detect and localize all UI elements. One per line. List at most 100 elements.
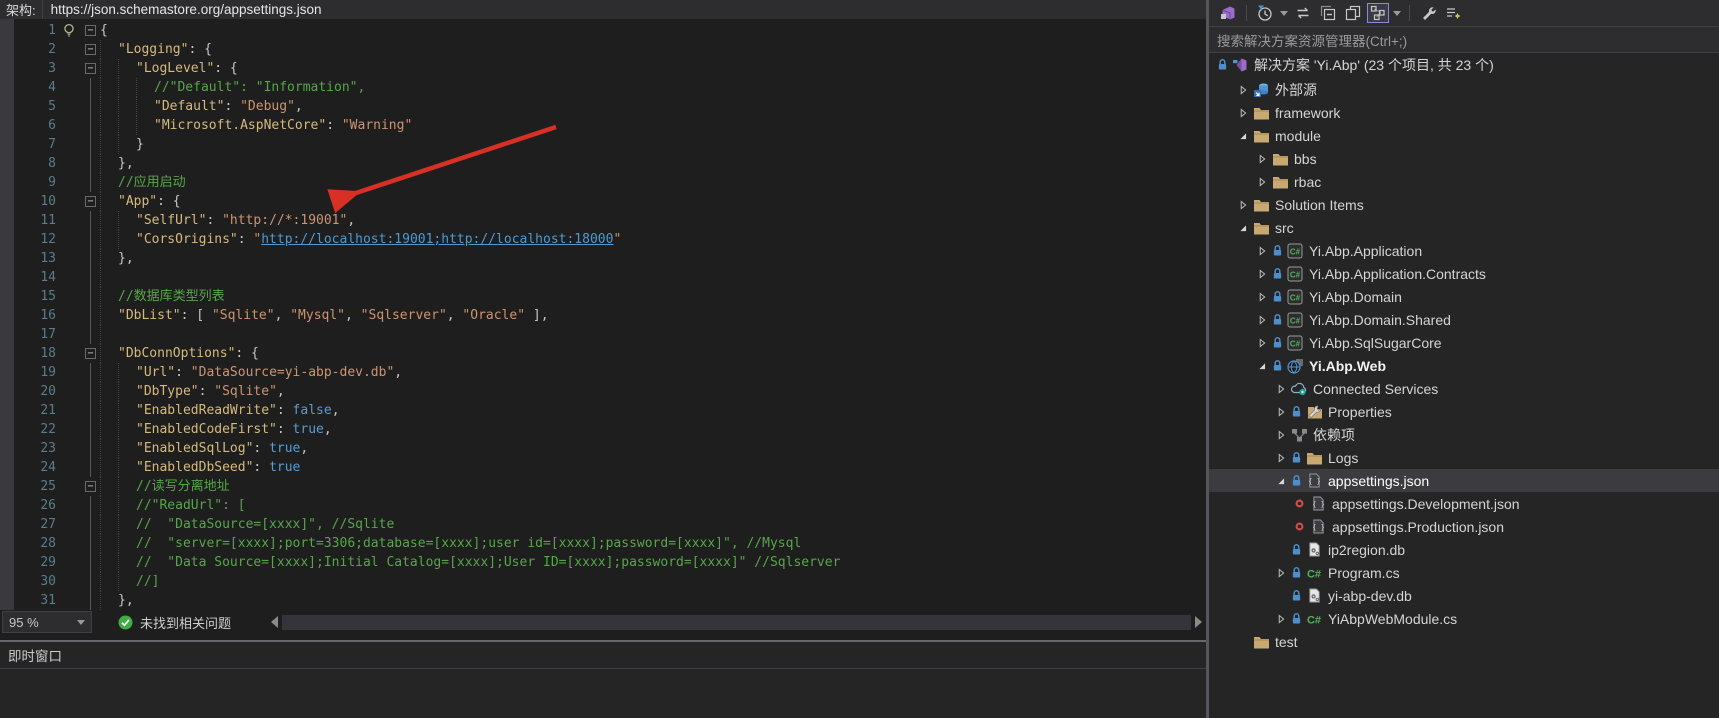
expander-expanded-icon[interactable] (1253, 358, 1270, 374)
fold-collapse-box[interactable]: − (82, 21, 100, 40)
tree-item-logs[interactable]: Logs (1209, 446, 1719, 469)
code-line-11[interactable]: 11"SelfUrl": "http://*:19001", (14, 211, 1206, 230)
expander-collapsed-icon[interactable] (1272, 450, 1289, 466)
expander-collapsed-icon[interactable] (1253, 335, 1270, 351)
code-line-14[interactable]: 14 (14, 268, 1206, 287)
solution-root-row[interactable]: 解决方案 'Yi.Abp' (23 个项目, 共 23 个) (1209, 53, 1719, 76)
minus-fold-icon[interactable]: − (85, 44, 96, 55)
tree-item-yi.abp.domain.shared[interactable]: C#Yi.Abp.Domain.Shared (1209, 308, 1719, 331)
code-line-28[interactable]: 28// "server=[xxxx];port=3306;database=[… (14, 534, 1206, 553)
fold-collapse-box[interactable]: − (82, 59, 100, 78)
minus-fold-icon[interactable]: − (85, 196, 96, 207)
minus-fold-icon[interactable]: − (85, 348, 96, 359)
tree-item-module[interactable]: module (1209, 124, 1719, 147)
tree-item--[interactable]: 外部源 (1209, 78, 1719, 101)
code-line-13[interactable]: 13}, (14, 249, 1206, 268)
tree-item-yi.abp.application.contracts[interactable]: C#Yi.Abp.Application.Contracts (1209, 262, 1719, 285)
tree-item-yiabpwebmodule.cs[interactable]: C#YiAbpWebModule.cs (1209, 607, 1719, 630)
tree-item-yi.abp.web[interactable]: Yi.Abp.Web (1209, 354, 1719, 377)
chevron-down-icon[interactable] (1392, 11, 1402, 16)
fold-collapse-box[interactable]: − (82, 192, 100, 211)
tree-item-ip2region.db[interactable]: ip2region.db (1209, 538, 1719, 561)
code-line-22[interactable]: 22"EnabledCodeFirst": true, (14, 420, 1206, 439)
expander-collapsed-icon[interactable] (1272, 611, 1289, 627)
code-line-24[interactable]: 24"EnabledDbSeed": true (14, 458, 1206, 477)
minus-fold-icon[interactable]: − (85, 63, 96, 74)
solution-explorer-search-input[interactable]: 搜索解决方案资源管理器(Ctrl+;) (1209, 26, 1719, 53)
code-line-29[interactable]: 29// "Data Source=[xxxx];Initial Catalog… (14, 553, 1206, 572)
tree-item--[interactable]: 依赖项 (1209, 423, 1719, 446)
tree-item-appsettings.development.json[interactable]: { }appsettings.Development.json (1209, 492, 1719, 515)
code-line-27[interactable]: 27// "DataSource=[xxxx]", //Sqlite (14, 515, 1206, 534)
schema-url-combobox[interactable]: https://json.schemastore.org/appsettings… (42, 0, 1206, 19)
code-line-6[interactable]: 6"Microsoft.AspNetCore": "Warning" (14, 116, 1206, 135)
expander-collapsed-icon[interactable] (1253, 151, 1270, 167)
tree-item-solution-items[interactable]: Solution Items (1209, 193, 1719, 216)
code-line-2[interactable]: 2−"Logging": { (14, 40, 1206, 59)
minus-fold-icon[interactable]: − (85, 481, 96, 492)
scrollbar-track[interactable] (282, 615, 1191, 630)
minus-fold-icon[interactable]: − (85, 25, 96, 36)
code-line-10[interactable]: 10−"App": { (14, 192, 1206, 211)
show-all-files-icon[interactable] (1442, 3, 1464, 23)
tree-item-yi-abp-dev.db[interactable]: yi-abp-dev.db (1209, 584, 1719, 607)
expander-collapsed-icon[interactable] (1253, 174, 1270, 190)
breakpoint-margin[interactable] (0, 19, 14, 610)
tree-item-yi.abp.domain[interactable]: C#Yi.Abp.Domain (1209, 285, 1719, 308)
expander-collapsed-icon[interactable] (1234, 82, 1251, 98)
expander-expanded-icon[interactable] (1272, 473, 1289, 489)
tree-item-framework[interactable]: framework (1209, 101, 1719, 124)
expander-collapsed-icon[interactable] (1253, 243, 1270, 259)
tree-item-properties[interactable]: Properties (1209, 400, 1719, 423)
tree-item-src[interactable]: src (1209, 216, 1719, 239)
immediate-window-content[interactable] (0, 669, 1206, 718)
fold-collapse-box[interactable]: − (82, 40, 100, 59)
collapse-all-icon[interactable] (1317, 3, 1339, 23)
preview-selected-items-icon[interactable] (1342, 3, 1364, 23)
tree-item-rbac[interactable]: rbac (1209, 170, 1719, 193)
expander-collapsed-icon[interactable] (1272, 565, 1289, 581)
horizontal-scrollbar[interactable] (271, 610, 1206, 634)
tree-item-test[interactable]: test (1209, 630, 1719, 653)
fold-collapse-box[interactable]: − (82, 477, 100, 496)
code-line-12[interactable]: 12"CorsOrigins": "http://localhost:19001… (14, 230, 1206, 249)
code-editor[interactable]: 1−{2−"Logging": {3−"LogLevel": {4//"Defa… (0, 19, 1206, 610)
tree-item-yi.abp.sqlsugarcore[interactable]: C#Yi.Abp.SqlSugarCore (1209, 331, 1719, 354)
code-line-5[interactable]: 5"Default": "Debug", (14, 97, 1206, 116)
expander-collapsed-icon[interactable] (1234, 197, 1251, 213)
code-line-17[interactable]: 17 (14, 325, 1206, 344)
pending-changes-filter-icon[interactable] (1254, 3, 1276, 23)
expander-collapsed-icon[interactable] (1234, 105, 1251, 121)
expander-collapsed-icon[interactable] (1272, 381, 1289, 397)
code-line-16[interactable]: 16"DbList": [ "Sqlite", "Mysql", "Sqlser… (14, 306, 1206, 325)
tree-item-yi.abp.application[interactable]: C#Yi.Abp.Application (1209, 239, 1719, 262)
zoom-level-dropdown[interactable]: 95 % (2, 611, 92, 633)
expander-expanded-icon[interactable] (1234, 220, 1251, 236)
cors-url-link[interactable]: http://localhost:19001;http://localhost:… (261, 230, 613, 249)
scroll-right-icon[interactable] (1195, 616, 1202, 628)
tree-item-appsettings.production.json[interactable]: { }appsettings.Production.json (1209, 515, 1719, 538)
code-line-1[interactable]: 1−{ (14, 21, 1206, 40)
expander-collapsed-icon[interactable] (1253, 289, 1270, 305)
switch-views-icon[interactable] (1217, 3, 1239, 23)
code-line-30[interactable]: 30//] (14, 572, 1206, 591)
code-line-18[interactable]: 18−"DbConnOptions": { (14, 344, 1206, 363)
tree-item-connected-services[interactable]: Connected Services (1209, 377, 1719, 400)
code-line-31[interactable]: 31}, (14, 591, 1206, 610)
code-line-9[interactable]: 9//应用启动 (14, 173, 1206, 192)
code-line-20[interactable]: 20"DbType": "Sqlite", (14, 382, 1206, 401)
immediate-window-title[interactable]: 即时窗口 (0, 642, 1206, 669)
fold-collapse-box[interactable]: − (82, 344, 100, 363)
document-health-indicator[interactable]: 未找到相关问题 (118, 613, 231, 632)
code-line-21[interactable]: 21"EnabledReadWrite": false, (14, 401, 1206, 420)
properties-wrench-icon[interactable] (1417, 3, 1439, 23)
sync-with-active-document-icon[interactable] (1367, 3, 1389, 23)
expander-collapsed-icon[interactable] (1253, 266, 1270, 282)
code-line-3[interactable]: 3−"LogLevel": { (14, 59, 1206, 78)
tree-item-bbs[interactable]: bbs (1209, 147, 1719, 170)
code-line-23[interactable]: 23"EnabledSqlLog": true, (14, 439, 1206, 458)
code-line-25[interactable]: 25−//读写分离地址 (14, 477, 1206, 496)
code-line-26[interactable]: 26//"ReadUrl": [ (14, 496, 1206, 515)
code-line-4[interactable]: 4//"Default": "Information", (14, 78, 1206, 97)
expander-collapsed-icon[interactable] (1253, 312, 1270, 328)
